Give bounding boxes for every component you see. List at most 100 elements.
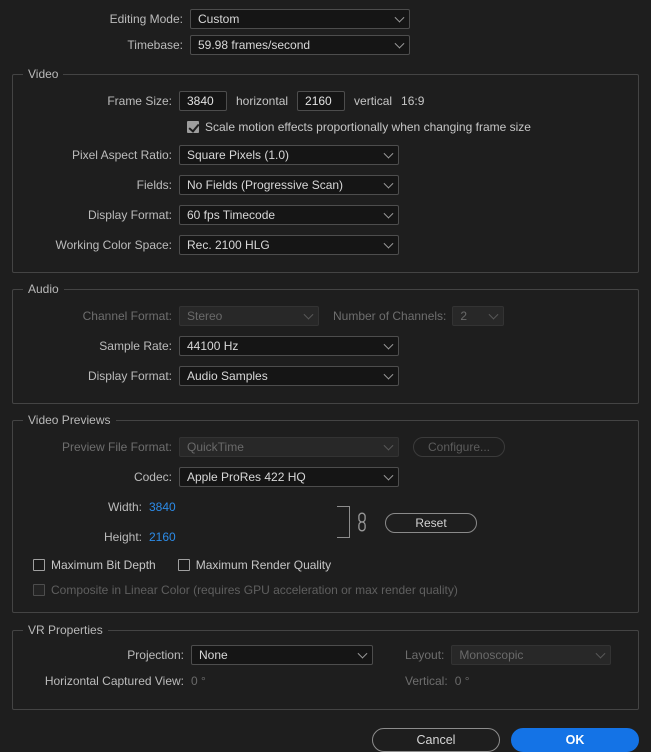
frame-width-input[interactable]: 3840 <box>179 90 227 111</box>
preview-width-label: Width: <box>107 500 142 514</box>
dimension-bracket-icon <box>337 506 350 538</box>
video-previews-group: Video Previews Preview File Format: Quic… <box>12 413 639 613</box>
timebase-row: Timebase: 59.98 frames/second <box>12 30 639 60</box>
preview-height-row: Height: 2160 <box>13 522 187 552</box>
fields-row: Fields: No Fields (Progressive Scan) <box>13 170 638 200</box>
max-bit-depth-checkbox[interactable] <box>33 559 45 571</box>
sample-rate-select[interactable]: 44100 Hz <box>179 336 399 356</box>
audio-group-title: Audio <box>23 282 64 296</box>
preview-file-format-select: QuickTime <box>179 437 399 457</box>
chevron-down-icon <box>383 238 394 249</box>
pixel-aspect-select[interactable]: Square Pixels (1.0) <box>179 145 399 165</box>
audio-display-format-select[interactable]: Audio Samples <box>179 366 399 386</box>
codec-select[interactable]: Apple ProRes 422 HQ <box>179 467 399 487</box>
working-color-space-select[interactable]: Rec. 2100 HLG <box>179 235 399 255</box>
chevron-down-icon <box>383 440 394 451</box>
fields-label: Fields: <box>136 178 172 192</box>
video-display-format-value: 60 fps Timecode <box>187 208 276 222</box>
chevron-down-icon <box>383 148 394 159</box>
channel-format-row: Channel Format: Stereo Number of Channel… <box>13 301 638 331</box>
audio-group: Audio Channel Format: Stereo Number of C… <box>12 282 639 404</box>
max-bit-depth-checkbox-row[interactable]: Maximum Bit Depth <box>33 558 156 572</box>
chevron-down-icon <box>303 309 314 320</box>
pixel-aspect-row: Pixel Aspect Ratio: Square Pixels (1.0) <box>13 140 638 170</box>
chevron-down-icon <box>383 369 394 380</box>
fields-select[interactable]: No Fields (Progressive Scan) <box>179 175 399 195</box>
editing-mode-value: Custom <box>198 12 240 26</box>
vertical-captured-view-value: 0 ° <box>454 673 470 688</box>
editing-mode-select[interactable]: Custom <box>190 9 410 29</box>
horizontal-label: horizontal <box>236 93 289 108</box>
channel-format-select: Stereo <box>179 306 319 326</box>
sample-rate-row: Sample Rate: 44100 Hz <box>13 331 638 361</box>
preview-file-format-value: QuickTime <box>187 440 244 454</box>
preview-width-row: Width: 3840 <box>13 492 187 522</box>
ok-button[interactable]: OK <box>511 728 639 752</box>
timebase-label: Timebase: <box>127 38 183 52</box>
video-display-format-select[interactable]: 60 fps Timecode <box>179 205 399 225</box>
chevron-down-icon <box>488 309 499 320</box>
max-bit-depth-label: Maximum Bit Depth <box>51 558 156 572</box>
working-color-space-value: Rec. 2100 HLG <box>187 238 270 252</box>
preview-file-format-label: Preview File Format: <box>61 440 172 454</box>
max-render-quality-label: Maximum Render Quality <box>195 558 332 572</box>
projection-label: Projection: <box>127 648 184 662</box>
video-previews-group-title: Video Previews <box>23 413 116 427</box>
layout-value: Monoscopic <box>459 648 524 662</box>
vertical-captured-view-label: Vertical: <box>405 673 448 688</box>
channel-format-label: Channel Format: <box>82 309 172 323</box>
preview-height-value[interactable]: 2160 <box>149 530 187 544</box>
sample-rate-value: 44100 Hz <box>187 339 239 353</box>
chevron-down-icon <box>383 339 394 350</box>
projection-select[interactable]: None <box>191 645 373 665</box>
reset-button[interactable]: Reset <box>385 513 477 533</box>
max-render-quality-checkbox-row[interactable]: Maximum Render Quality <box>177 558 332 572</box>
preview-file-format-row: Preview File Format: QuickTime Configure… <box>13 432 638 462</box>
chevron-down-icon <box>394 12 405 23</box>
dialog-footer: Cancel OK <box>12 728 639 752</box>
audio-display-format-row: Display Format: Audio Samples <box>13 361 638 391</box>
cancel-button[interactable]: Cancel <box>372 728 500 752</box>
preview-height-label: Height: <box>103 530 142 544</box>
frame-size-label: Frame Size: <box>107 93 172 108</box>
scale-motion-checkbox-row[interactable]: Scale motion effects proportionally when… <box>187 120 531 134</box>
timebase-select[interactable]: 59.98 frames/second <box>190 35 410 55</box>
aspect-ratio-value: 16:9 <box>401 93 425 108</box>
working-color-space-label: Working Color Space: <box>55 238 173 252</box>
num-channels-label: Number of Channels: <box>333 309 447 323</box>
max-render-quality-checkbox[interactable] <box>177 559 190 571</box>
working-color-space-row: Working Color Space: Rec. 2100 HLG <box>13 230 638 260</box>
projection-value: None <box>199 648 228 662</box>
editing-mode-row: Editing Mode: Custom <box>12 0 639 30</box>
vertical-label: vertical <box>354 93 393 108</box>
pixel-aspect-label: Pixel Aspect Ratio: <box>71 148 172 162</box>
frame-size-row: Frame Size: 3840 horizontal 2160 vertica… <box>13 87 638 114</box>
num-channels-select: 2 <box>452 306 505 326</box>
codec-row: Codec: Apple ProRes 422 HQ <box>13 462 638 492</box>
chevron-down-icon <box>383 178 394 189</box>
composite-linear-label: Composite in Linear Color (requires GPU … <box>51 583 458 597</box>
projection-row: Projection: None Layout: Monoscopic <box>13 642 638 668</box>
layout-select: Monoscopic <box>451 645 612 665</box>
link-dimensions-control[interactable] <box>327 500 369 544</box>
vr-properties-group: VR Properties Projection: None Layout: M… <box>12 623 639 710</box>
audio-display-format-value: Audio Samples <box>187 369 268 383</box>
preview-width-value[interactable]: 3840 <box>149 500 187 514</box>
chevron-down-icon <box>383 208 394 219</box>
chevron-down-icon <box>383 470 394 481</box>
video-display-format-label: Display Format: <box>87 208 172 222</box>
channel-format-value: Stereo <box>187 309 223 323</box>
scale-motion-row: Scale motion effects proportionally when… <box>13 114 638 140</box>
layout-label: Layout: <box>405 648 445 662</box>
num-channels-value: 2 <box>460 309 468 323</box>
configure-button: Configure... <box>413 437 505 457</box>
horizontal-captured-view-value: 0 ° <box>191 673 206 688</box>
vr-properties-group-title: VR Properties <box>23 623 108 637</box>
scale-motion-checkbox[interactable] <box>187 121 199 133</box>
frame-height-input[interactable]: 2160 <box>297 90 346 111</box>
codec-label: Codec: <box>133 470 172 484</box>
pixel-aspect-value: Square Pixels (1.0) <box>187 148 290 162</box>
sample-rate-label: Sample Rate: <box>99 339 172 353</box>
composite-linear-checkbox-row: Composite in Linear Color (requires GPU … <box>33 583 458 597</box>
chain-link-icon[interactable] <box>355 511 369 533</box>
